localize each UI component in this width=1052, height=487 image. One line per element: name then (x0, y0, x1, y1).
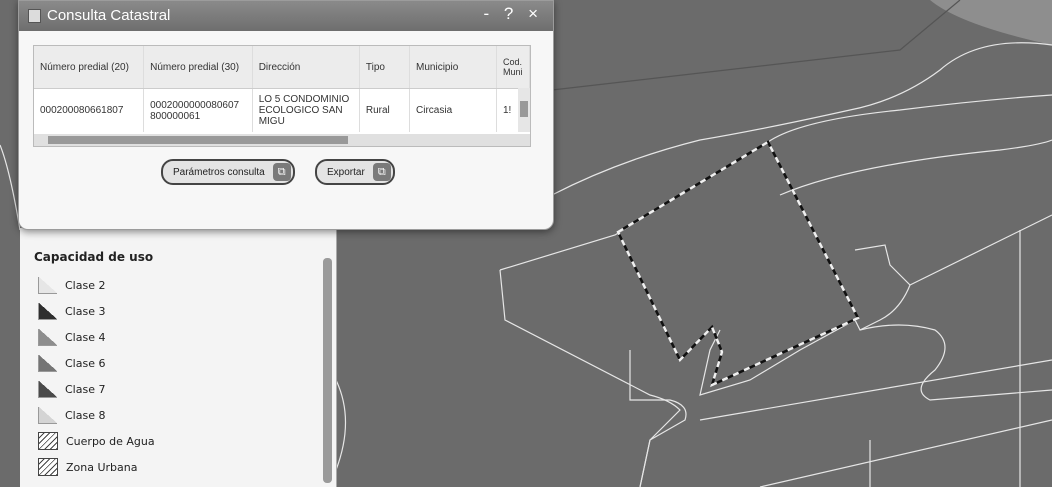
legend-item-label: Clase 6 (65, 356, 106, 370)
parcel-line (699, 244, 911, 396)
legend-item: Zona Urbana (38, 456, 137, 478)
table-cell: Rural (359, 88, 411, 132)
dialog-titlebar[interactable]: Consulta Catastral - ? × (19, 1, 553, 31)
legend-scrollbar[interactable] (323, 258, 332, 483)
legend-item-label: Clase 8 (65, 408, 106, 422)
legend-swatch-icon (38, 276, 57, 294)
legend-item-label: Clase 4 (65, 330, 106, 344)
parcel-line (909, 214, 1052, 286)
legend-item: Cuerpo de Agua (38, 430, 155, 452)
legend-item: Clase 2 (38, 274, 105, 296)
column-header[interactable]: Tipo (359, 46, 411, 89)
legend-swatch-icon (38, 380, 57, 398)
legend-panel: Capacidad de uso Clase 2 Clase 3 Clase 4 Cl… (20, 228, 337, 487)
table-row[interactable]: 000200080661807 0002000000080607 8000000… (34, 88, 530, 132)
column-header[interactable]: Número predial (30) (143, 46, 253, 89)
legend-swatch-icon (38, 406, 57, 424)
table-cell: 000200080661807 (34, 88, 145, 132)
minimize-icon[interactable]: - (483, 4, 494, 23)
dialog-app-icon (28, 9, 41, 23)
parcel-line (699, 359, 1052, 421)
exportar-button[interactable]: Exportar ⧉ (315, 159, 395, 185)
legend-item: Clase 8 (38, 404, 105, 426)
results-table: Número predial (20) Número predial (30) … (33, 45, 531, 147)
legend-swatch-icon (38, 302, 57, 320)
legend-swatch-icon (38, 458, 58, 476)
consulta-catastral-dialog: Consulta Catastral - ? × Número predial … (18, 0, 554, 230)
legend-item: Clase 6 (38, 352, 105, 374)
parcel-line (499, 94, 1052, 271)
table-cell: 0002000000080607 800000061 (143, 88, 253, 132)
selected-parcel[interactable] (616, 140, 860, 388)
legend-item-label: Clase 2 (65, 278, 106, 292)
column-header[interactable]: Municipio (409, 46, 497, 89)
table-cell: Circasia (409, 88, 497, 132)
legend-item-label: Zona Urbana (66, 460, 138, 474)
dialog-title: Consulta Catastral (47, 7, 171, 24)
table-vertical-scrollbar[interactable] (518, 88, 530, 132)
column-header[interactable]: Número predial (20) (34, 46, 145, 89)
legend-item-label: Clase 3 (65, 304, 106, 318)
parametros-consulta-label: Parámetros consulta (173, 166, 265, 178)
parcel-line (759, 419, 1052, 487)
table-cell: LO 5 CONDOMINIO ECOLOGICO SAN MIGU (252, 88, 360, 132)
popout-icon: ⧉ (372, 163, 391, 181)
close-icon[interactable]: × (528, 4, 543, 23)
parcel-line (335, 379, 347, 471)
popout-icon: ⧉ (272, 163, 291, 181)
selected-parcel-dash (616, 140, 860, 388)
legend-scrollbar-thumb[interactable] (323, 258, 332, 483)
legend-swatch-icon (38, 328, 57, 346)
column-header[interactable]: Cod. Muni (496, 46, 530, 89)
legend-title: Capacidad de uso (34, 250, 154, 264)
parcel-line (0, 144, 21, 231)
table-vertical-scrollbar-thumb[interactable] (520, 101, 528, 117)
legend-item: Clase 4 (38, 326, 105, 348)
parcel-line (551, 42, 1052, 196)
column-header[interactable]: Dirección (252, 46, 360, 89)
table-header-row: Número predial (20) Número predial (30) … (34, 46, 530, 89)
table-horizontal-scrollbar[interactable] (34, 134, 530, 146)
parcel-line (859, 324, 1052, 401)
legend-swatch-icon (38, 432, 58, 450)
table-horizontal-scrollbar-thumb[interactable] (48, 136, 348, 144)
map-area-light (930, 0, 1052, 45)
legend-item-label: Cuerpo de Agua (66, 434, 155, 448)
legend-item-label: Clase 7 (65, 382, 106, 396)
legend-item: Clase 3 (38, 300, 105, 322)
parcel-line (551, 0, 961, 91)
legend-item: Clase 7 (38, 378, 105, 400)
legend-swatch-icon (38, 354, 57, 372)
parcel-line (629, 350, 687, 487)
help-icon[interactable]: ? (504, 4, 518, 23)
parcel-line (779, 139, 1052, 196)
window-controls: - ? × (483, 4, 543, 24)
exportar-label: Exportar (327, 166, 365, 178)
parametros-consulta-button[interactable]: Parámetros consulta ⧉ (161, 159, 295, 185)
